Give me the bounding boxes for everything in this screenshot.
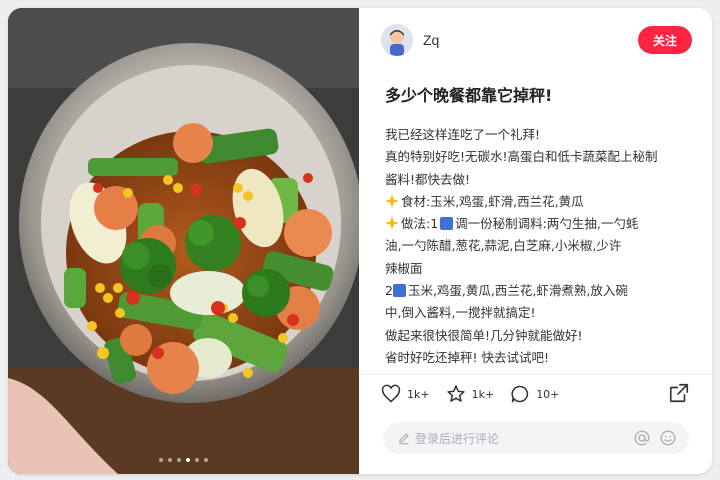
heart-icon bbox=[381, 384, 401, 403]
carousel-dot[interactable] bbox=[168, 458, 172, 462]
number-badge-icon bbox=[440, 217, 454, 231]
author-name[interactable]: Zq bbox=[423, 32, 439, 48]
comment-button[interactable]: 10+ bbox=[510, 384, 559, 404]
number-badge-icon bbox=[392, 284, 406, 298]
carousel-dots[interactable] bbox=[8, 458, 359, 462]
carousel-dot[interactable] bbox=[204, 458, 208, 462]
carousel-dot[interactable] bbox=[177, 458, 181, 462]
post-image[interactable] bbox=[8, 8, 359, 474]
emoji-icon[interactable] bbox=[659, 429, 677, 447]
content-line: 酱料!都快去做! bbox=[385, 171, 471, 187]
follow-button[interactable]: 关注 bbox=[638, 26, 692, 54]
comment-placeholder: 登录后进行评论 bbox=[415, 431, 500, 446]
comment-tools bbox=[633, 429, 677, 447]
like-count: 1k+ bbox=[407, 387, 430, 401]
content-line-step2: 2 玉米,鸡蛋,黄瓜,西兰花,虾滑煮熟,放入碗 bbox=[385, 280, 691, 302]
engagement-bar: 1k+ 1k+ 10+ bbox=[381, 384, 569, 404]
at-icon[interactable] bbox=[633, 429, 651, 447]
comment-count: 10+ bbox=[536, 387, 560, 401]
method-label: 做法:1 bbox=[401, 216, 439, 232]
content-line: 我已经这样连吃了一个礼拜! bbox=[385, 127, 541, 142]
sparkle-icon bbox=[385, 193, 399, 208]
author-info[interactable]: Zq bbox=[381, 24, 439, 56]
content-line: 中,倒入酱料,一搅拌就搞定! bbox=[385, 305, 536, 321]
post-detail-panel: Zq 关注 多少个晚餐都靠它掉秤! 我已经这样连吃了一个礼拜! 真的特别好吃!无… bbox=[359, 8, 712, 474]
ingredients-text: 食材:玉米,鸡蛋,虾滑,西兰花,黄瓜 bbox=[401, 193, 584, 209]
content-line-ingredients: 食材:玉米,鸡蛋,虾滑,西兰花,黄瓜 bbox=[385, 191, 691, 213]
sparkle-icon bbox=[385, 216, 399, 231]
share-button[interactable] bbox=[668, 382, 690, 408]
divider bbox=[359, 374, 712, 375]
food-bowl-photo bbox=[8, 8, 359, 474]
comment-bubble-icon bbox=[511, 385, 529, 403]
step2-label: 2 bbox=[385, 283, 393, 299]
carousel-dot[interactable] bbox=[159, 458, 163, 462]
carousel-dot-active[interactable] bbox=[186, 458, 190, 462]
star-icon bbox=[446, 385, 465, 402]
like-button[interactable]: 1k+ bbox=[381, 384, 430, 404]
content-line: 省时好吃还掉秤! 快去试试吧! bbox=[385, 349, 549, 365]
avatar-icon bbox=[381, 24, 413, 56]
comment-input[interactable]: 登录后进行评论 bbox=[383, 422, 689, 454]
share-icon bbox=[669, 383, 689, 403]
note-card: Zq 关注 多少个晚餐都靠它掉秤! 我已经这样连吃了一个礼拜! 真的特别好吃!无… bbox=[8, 8, 712, 474]
content-line: 真的特别好吃!无碳水!高蛋白和低卡蔬菜配上秘制 bbox=[385, 149, 658, 165]
avatar[interactable] bbox=[381, 24, 413, 56]
post-title: 多少个晚餐都靠它掉秤! bbox=[385, 86, 553, 105]
collect-button[interactable]: 1k+ bbox=[446, 384, 495, 404]
content-line: 辣椒面 bbox=[385, 260, 423, 276]
content-line: 油,一勺陈醋,葱花,蒜泥,白芝麻,小米椒,少许 bbox=[385, 238, 622, 254]
edit-pencil-icon bbox=[399, 433, 409, 445]
post-content: 我已经这样连吃了一个礼拜! 真的特别好吃!无碳水!高蛋白和低卡蔬菜配上秘制 酱料… bbox=[385, 124, 691, 369]
method-step1-text: 调一份秘制调料:两勺生抽,一勺蚝 bbox=[455, 216, 639, 232]
step2-text: 玉米,鸡蛋,黄瓜,西兰花,虾滑煮熟,放入碗 bbox=[407, 283, 628, 299]
carousel-dot[interactable] bbox=[195, 458, 199, 462]
content-line-method: 做法:1 调一份秘制调料:两勺生抽,一勺蚝 bbox=[385, 213, 691, 235]
content-line: 做起来很快很简单!几分钟就能做好! bbox=[385, 327, 583, 343]
collect-count: 1k+ bbox=[471, 387, 495, 401]
